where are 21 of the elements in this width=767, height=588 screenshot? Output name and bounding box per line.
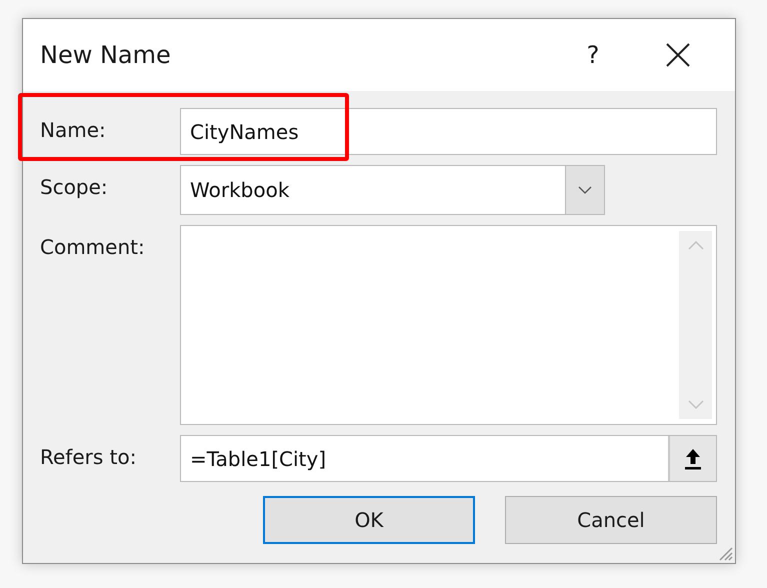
dialog-button[interactable]: OK xyxy=(263,496,475,544)
field-label: Name: xyxy=(40,117,107,142)
collapse-dialog-button[interactable] xyxy=(668,436,716,481)
field-label: Scope: xyxy=(40,174,109,199)
scrollbar[interactable] xyxy=(679,231,712,419)
dropdown-button[interactable] xyxy=(565,166,604,214)
scroll-down-icon[interactable] xyxy=(688,400,704,409)
close-icon[interactable] xyxy=(665,42,691,68)
help-button[interactable]: ? xyxy=(573,41,613,69)
input-field[interactable]: =Table1[City] xyxy=(180,435,717,482)
dialog-button[interactable]: Cancel xyxy=(505,496,717,544)
window-title: New Name xyxy=(40,41,172,69)
scope-dropdown[interactable]: Workbook xyxy=(180,165,605,215)
scroll-up-icon[interactable] xyxy=(688,241,704,250)
resize-grip-icon[interactable] xyxy=(717,545,733,561)
input-field[interactable]: CityNames xyxy=(180,108,717,155)
upload-arrow-icon xyxy=(684,448,702,470)
field-label: Comment: xyxy=(40,234,146,259)
field-label: Refers to: xyxy=(40,444,138,469)
chevron-down-icon xyxy=(578,186,592,194)
comment-box[interactable] xyxy=(180,225,717,425)
